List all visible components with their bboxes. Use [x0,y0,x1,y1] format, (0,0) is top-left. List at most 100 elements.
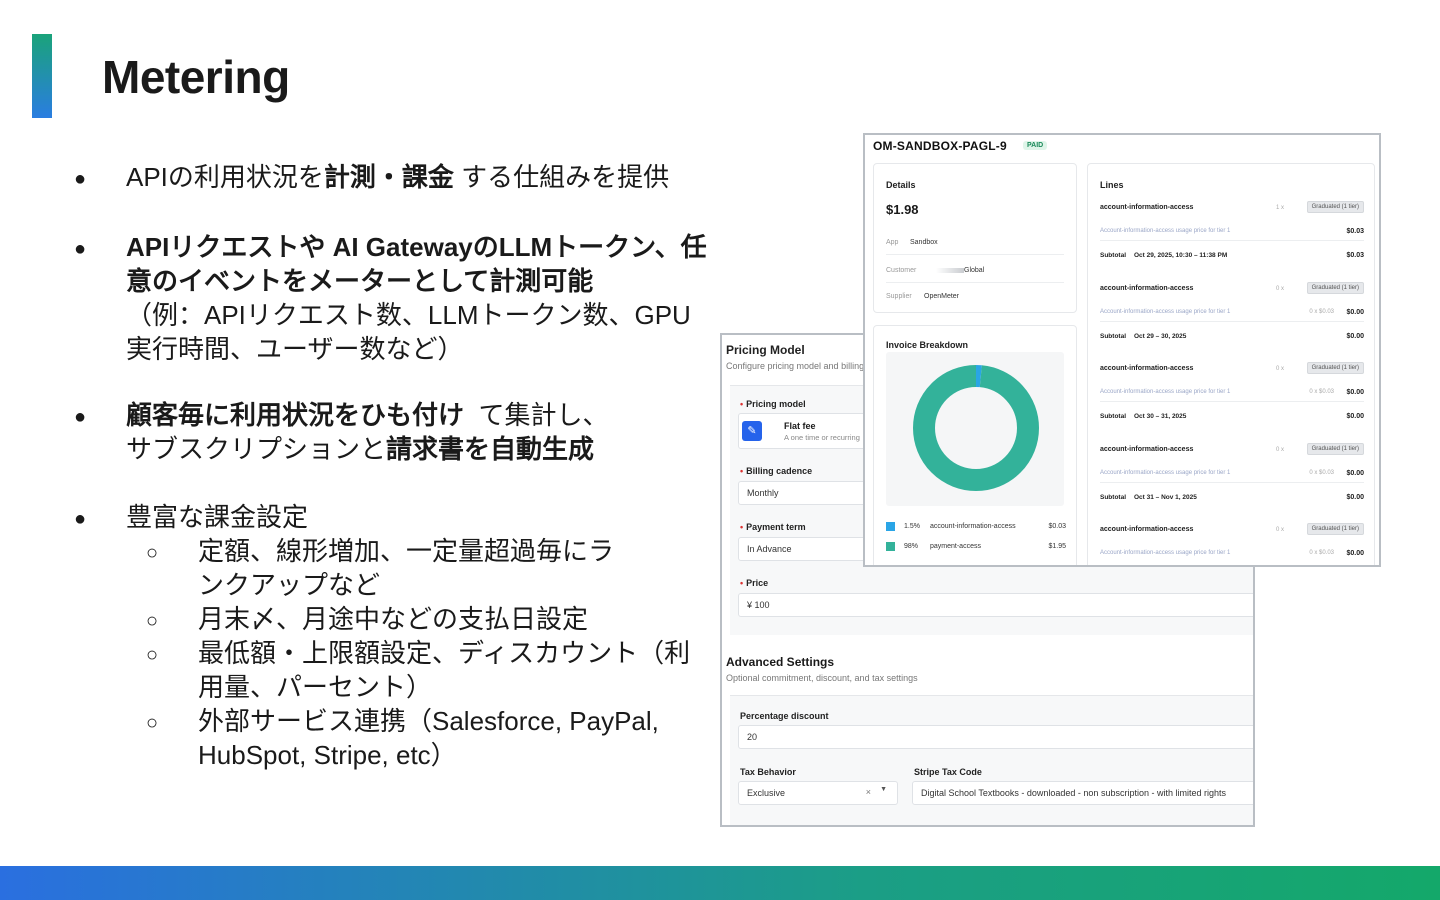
legend-row-1: 1.5% account-information-access $0.03 [886,522,1066,532]
line-desc: Account-information-access usage price f… [1100,389,1231,395]
line-amount: $0.00 [1346,469,1364,477]
line-divider [1100,401,1364,402]
payment-term-label: • Payment term [740,522,806,532]
sub-bullet-marker: ○ [146,610,159,632]
line-qty: 0 x [1275,527,1284,533]
invoice-line[interactable]: account-information-access 0 x Graduated (… [1100,362,1364,431]
line-period: Oct 29, 2025, 10:30 – 11:38 PM [1134,252,1228,259]
line-qty: 0 x [1275,446,1284,453]
footer-bar [0,866,1440,900]
slide-title: Metering [102,51,290,103]
line-name: account-information-access [1100,526,1194,533]
invoice-amount: $1.98 [886,202,919,217]
line-qty: 0 x [1275,285,1284,292]
subtotal-amount: $0.00 [1346,332,1364,340]
invoice-line[interactable]: account-information-access 0 x Graduated (… [1100,281,1364,351]
subtotal-amount: $0.00 [1346,413,1364,420]
app-label: App [886,239,899,246]
price-label: • Price [740,578,769,588]
stripe-tax-label: Stripe Tax Code [914,767,982,777]
line-unit-price: 0 x $0.03 [1309,469,1334,476]
bullet-3-mid: て集計し、 [478,400,609,430]
flat-fee-label: Flat fee [784,421,816,431]
status-badge: PAID [1023,141,1048,150]
pencil-icon: ✎ [742,421,762,441]
legend-row-2: 98% payment-access $1.95 [886,542,1066,552]
tax-behavior-label: Tax Behavior [740,767,796,777]
flat-fee-desc: A one time or recurring [784,433,860,442]
line-amount: $0.00 [1346,550,1364,557]
sub-bullet-marker: ○ [146,712,159,734]
bullet-marker: ● [74,168,87,190]
line-period: Oct 30 – 31, 2025 [1134,413,1187,420]
app-value: Sandbox [910,239,938,246]
pricing-model-title: Pricing Model [726,343,805,357]
bullet-1-pre: APIの利用状況を [126,162,324,192]
invoice-line[interactable]: account-information-access 0 x Graduated (… [1100,442,1364,512]
lines-card: Lines account-information-access 1 x Gradu… [1087,163,1375,565]
percentage-discount-input[interactable]: 20 [738,725,1253,749]
subtotal-label: Subtotal [1100,332,1126,340]
line-name: account-information-access [1100,204,1194,211]
invoice-breakdown-card: Invoice Breakdown 1.5% account-informati… [873,325,1077,565]
invoice-line[interactable]: account-information-access 0 x Graduated (… [1100,523,1364,565]
subtotal-label: Subtotal [1100,413,1126,420]
line-qty: 0 x [1275,366,1284,372]
invoice-breakdown-heading: Invoice Breakdown [886,340,969,350]
invoice-title: OM-SANDBOX-PAGL-9 [873,139,1007,153]
advanced-settings-desc: Optional commitment, discount, and tax s… [726,673,918,683]
line-unit-price: 0 x $0.03 [1309,389,1334,395]
invoice-line[interactable]: account-information-access 1 x Graduated (… [1100,201,1364,270]
bullet-marker: ● [74,508,87,530]
bullet-3-bold1: 顧客毎に利用状況をひも付け [126,400,465,430]
bullet-marker: ● [74,238,87,260]
details-card: Details $1.98 App Sandbox Customer Globa… [873,163,1077,313]
bullet-1-bold: 計測・課金 [323,162,454,192]
tier-badge: Graduated (1 tier) [1306,281,1364,294]
invoice-panel: OM-SANDBOX-PAGL-9 PAID Details $1.98 App… [863,133,1381,567]
bullet-marker: ● [74,406,87,428]
legend-pct: 1.5% [904,523,920,530]
price-input[interactable]: ¥ 100 [738,593,1253,617]
legend-swatch [886,522,895,531]
line-amount: $0.00 [1346,389,1364,396]
tax-behavior-select[interactable]: Exclusive × ▼ [738,781,898,805]
tier-badge: Graduated (1 tier) [1306,362,1364,374]
sub-bullet-4-text: 外部サービス連携（Salesforce, PayPal, HubSpot, St… [198,706,659,770]
supplier-value: OpenMeter [924,293,960,300]
clear-icon[interactable]: × [866,787,871,797]
line-unit-price: 0 x $0.03 [1309,308,1334,315]
line-name: account-information-access [1100,365,1194,372]
donut-slice-payment-access [913,365,1039,491]
bullet-2-note: （例：APIリクエスト数、LLMトークン数、GPU実行時間、ユーザー数など） [126,300,691,364]
title-accent-bar [32,34,52,118]
legend-pct: 98% [904,543,919,550]
line-divider [1100,320,1364,322]
line-amount: $0.00 [1346,308,1364,316]
tier-badge: Graduated (1 tier) [1306,523,1364,535]
line-period: Oct 31 – Nov 1, 2025 [1134,493,1197,501]
tier-badge: Graduated (1 tier) [1306,201,1364,213]
bullet-3-pre2: サブスクリプションと [126,434,387,464]
sub-bullet-marker: ○ [146,542,159,564]
stripe-tax-select[interactable]: Digital School Textbooks - downloaded - … [912,781,1253,805]
customer-label: Customer [886,267,917,274]
line-desc: Account-information-access usage price f… [1100,308,1231,315]
sub-bullet-2-text: 月末〆、月途中などの支払日設定 [198,604,589,634]
subtotal-amount: $0.03 [1346,252,1364,259]
supplier-label: Supplier [886,293,912,300]
tier-badge: Graduated (1 tier) [1306,442,1364,455]
percentage-discount-label: Percentage discount [740,711,829,721]
line-amount: $0.03 [1346,228,1364,235]
line-unit-price: 0 x $0.03 [1309,550,1334,556]
donut-chart [913,365,1039,491]
bullet-1-post: する仕組みを提供 [461,162,670,192]
chevron-down-icon[interactable]: ▼ [880,786,887,793]
line-desc: Account-information-access usage price f… [1100,550,1231,556]
billing-cadence-label: • Billing cadence [740,466,813,476]
bullet-2-bold: APIリクエストや AI GatewayのLLMトークン、任意のイベントをメータ… [126,232,707,296]
sub-bullet-marker: ○ [146,644,159,666]
bullet-3-bold2: 請求書を自動生成 [386,434,595,464]
line-period: Oct 29 – 30, 2025 [1134,332,1187,340]
line-name: account-information-access [1100,445,1194,453]
